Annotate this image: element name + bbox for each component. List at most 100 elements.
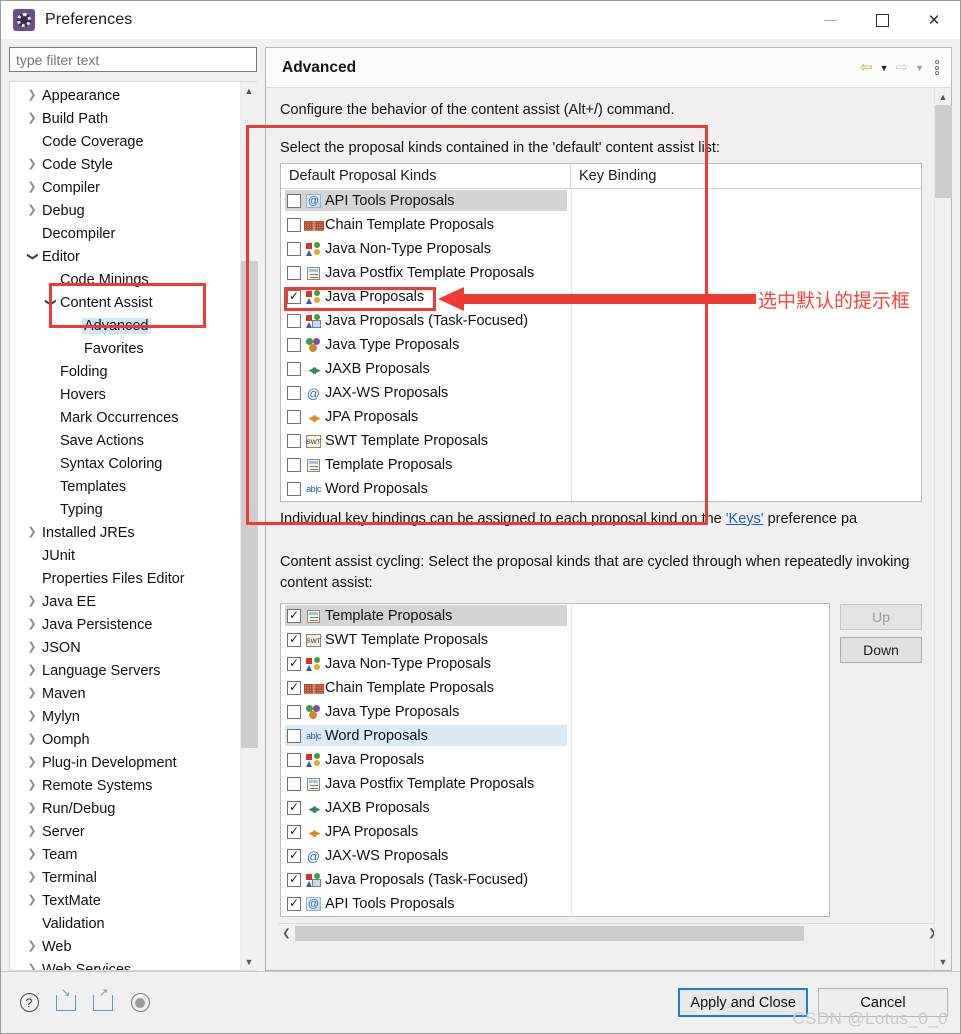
chevron-right-icon[interactable]: ❯ (24, 895, 40, 906)
chevron-right-icon[interactable]: ❯ (24, 665, 40, 676)
table-row[interactable]: ◂▸ JAXB Proposals (281, 357, 921, 381)
chevron-right-icon[interactable]: ❯ (24, 803, 40, 814)
sidebar-item-maven[interactable]: ❯ Maven (10, 682, 240, 705)
maximize-button[interactable] (856, 1, 908, 39)
move-down-button[interactable]: Down (840, 637, 922, 664)
chevron-right-icon[interactable]: ❯ (24, 205, 40, 216)
sidebar-item-json[interactable]: ❯ JSON (10, 636, 240, 659)
sidebar-item-editor[interactable]: ❯ Editor (10, 245, 240, 268)
chevron-right-icon[interactable]: ❯ (24, 527, 40, 538)
checkbox[interactable]: ✓ (287, 609, 301, 624)
table-row[interactable]: Java Postfix Template Proposals (281, 772, 829, 797)
sidebar-item-syntax-coloring[interactable]: Syntax Coloring (10, 452, 240, 475)
chevron-right-icon[interactable]: ❯ (24, 113, 40, 124)
cancel-button[interactable]: Cancel (818, 988, 948, 1017)
page-scroll-thumb[interactable] (934, 105, 952, 199)
chevron-right-icon[interactable]: ❯ (24, 90, 40, 101)
checkbox[interactable]: ✓ (287, 681, 301, 696)
checkbox[interactable] (287, 194, 301, 208)
page-scroll-track[interactable] (934, 105, 952, 953)
checkbox[interactable] (287, 314, 301, 328)
checkbox[interactable] (287, 705, 301, 720)
table-row[interactable]: Java Proposals (281, 748, 829, 773)
chevron-right-icon[interactable]: ❯ (24, 619, 40, 630)
filter-input[interactable] (9, 47, 257, 72)
checkbox[interactable]: ✓ (287, 633, 301, 648)
sidebar-item-language-servers[interactable]: ❯ Language Servers (10, 659, 240, 682)
table-row[interactable]: Java Proposals (Task-Focused) (281, 309, 921, 333)
checkbox[interactable] (287, 777, 301, 792)
sidebar-item-hovers[interactable]: Hovers (10, 383, 240, 406)
chevron-right-icon[interactable]: ❯ (24, 826, 40, 837)
chevron-right-icon[interactable]: ❯ (24, 182, 40, 193)
chevron-down-icon[interactable]: ❯ (27, 249, 39, 265)
hscroll-track[interactable] (295, 925, 924, 941)
sidebar-item-folding[interactable]: Folding (10, 360, 240, 383)
table-row[interactable]: ✓ Template Proposals (281, 604, 829, 629)
table-row[interactable]: Java Type Proposals (281, 333, 921, 357)
table-row[interactable]: Java Type Proposals (281, 700, 829, 725)
table-row[interactable]: ✓ ◂▸ JPA Proposals (281, 820, 829, 845)
sidebar-item-mark-occurrences[interactable]: Mark Occurrences (10, 406, 240, 429)
sidebar-item-java-persistence[interactable]: ❯ Java Persistence (10, 613, 240, 636)
table-row[interactable]: SWT SWT Template Proposals (281, 429, 921, 453)
sidebar-item-remote-systems[interactable]: ❯ Remote Systems (10, 774, 240, 797)
checkbox[interactable]: ✓ (287, 873, 301, 888)
table-row[interactable]: ✓ @ API Tools Proposals (281, 892, 829, 917)
chevron-right-icon[interactable]: ❯ (24, 642, 40, 653)
sidebar-item-server[interactable]: ❯ Server (10, 820, 240, 843)
table-row[interactable]: ✓ Java Non-Type Proposals (281, 652, 829, 677)
chevron-right-icon[interactable]: ❯ (24, 159, 40, 170)
checkbox[interactable]: ✓ (287, 849, 301, 864)
page-vertical-scrollbar[interactable]: ▲ ▼ (934, 88, 952, 970)
apply-and-close-button[interactable]: Apply and Close (678, 988, 808, 1017)
import-icon[interactable]: ↘ (54, 987, 78, 1015)
checkbox[interactable] (287, 729, 301, 744)
sidebar-vertical-scrollbar[interactable]: ▲ ▼ (240, 82, 258, 970)
scroll-right-icon[interactable]: ❯ (924, 928, 934, 939)
table-row[interactable]: ✓ ◂▸ JAXB Proposals (281, 796, 829, 821)
sidebar-item-code-minings[interactable]: Code Minings (10, 268, 240, 291)
sidebar-item-save-actions[interactable]: Save Actions (10, 429, 240, 452)
table-row[interactable]: ✓ SWT SWT Template Proposals (281, 628, 829, 653)
sidebar-item-plug-in-development[interactable]: ❯ Plug-in Development (10, 751, 240, 774)
checkbox[interactable] (287, 482, 301, 496)
help-icon[interactable]: ? (17, 991, 41, 1015)
checkbox[interactable]: ✓ (287, 290, 301, 304)
chevron-right-icon[interactable]: ❯ (24, 872, 40, 883)
chevron-down-icon[interactable]: ❯ (45, 295, 57, 311)
sidebar-item-installed-jres[interactable]: ❯ Installed JREs (10, 521, 240, 544)
checkbox[interactable] (287, 242, 301, 256)
sidebar-item-oomph[interactable]: ❯ Oomph (10, 728, 240, 751)
scroll-left-icon[interactable]: ❮ (278, 928, 295, 939)
sidebar-item-java-ee[interactable]: ❯ Java EE (10, 590, 240, 613)
restore-defaults-icon[interactable] (128, 991, 152, 1015)
sidebar-item-compiler[interactable]: ❯ Compiler (10, 176, 240, 199)
checkbox[interactable]: ✓ (287, 897, 301, 912)
sidebar-item-decompiler[interactable]: Decompiler (10, 222, 240, 245)
chevron-right-icon[interactable]: ❯ (24, 941, 40, 952)
sidebar-item-validation[interactable]: Validation (10, 912, 240, 935)
table-row[interactable]: Java Non-Type Proposals (281, 237, 921, 261)
back-dropdown-icon[interactable]: ▼ (880, 63, 889, 73)
view-menu-icon[interactable] (935, 60, 939, 75)
checkbox[interactable] (287, 218, 301, 232)
checkbox[interactable] (287, 434, 301, 448)
chevron-right-icon[interactable]: ❯ (24, 757, 40, 768)
chevron-right-icon[interactable]: ❯ (24, 849, 40, 860)
table-row[interactable]: ▦▦ Chain Template Proposals (281, 213, 921, 237)
checkbox[interactable] (287, 458, 301, 472)
checkbox[interactable] (287, 338, 301, 352)
chevron-right-icon[interactable]: ❯ (24, 711, 40, 722)
scroll-down-icon[interactable]: ▼ (241, 953, 258, 970)
back-arrow-icon[interactable]: ⇦ (860, 60, 873, 75)
sidebar-item-code-style[interactable]: ❯ Code Style (10, 153, 240, 176)
sidebar-item-favorites[interactable]: Favorites (10, 337, 240, 360)
table-row[interactable]: ◂▸ JPA Proposals (281, 405, 921, 429)
chevron-right-icon[interactable]: ❯ (24, 734, 40, 745)
checkbox[interactable] (287, 386, 301, 400)
chevron-right-icon[interactable]: ❯ (24, 964, 40, 971)
table-row[interactable]: ab|c Word Proposals (281, 724, 829, 749)
checkbox[interactable] (287, 753, 301, 768)
sidebar-item-web[interactable]: ❯ Web (10, 935, 240, 958)
